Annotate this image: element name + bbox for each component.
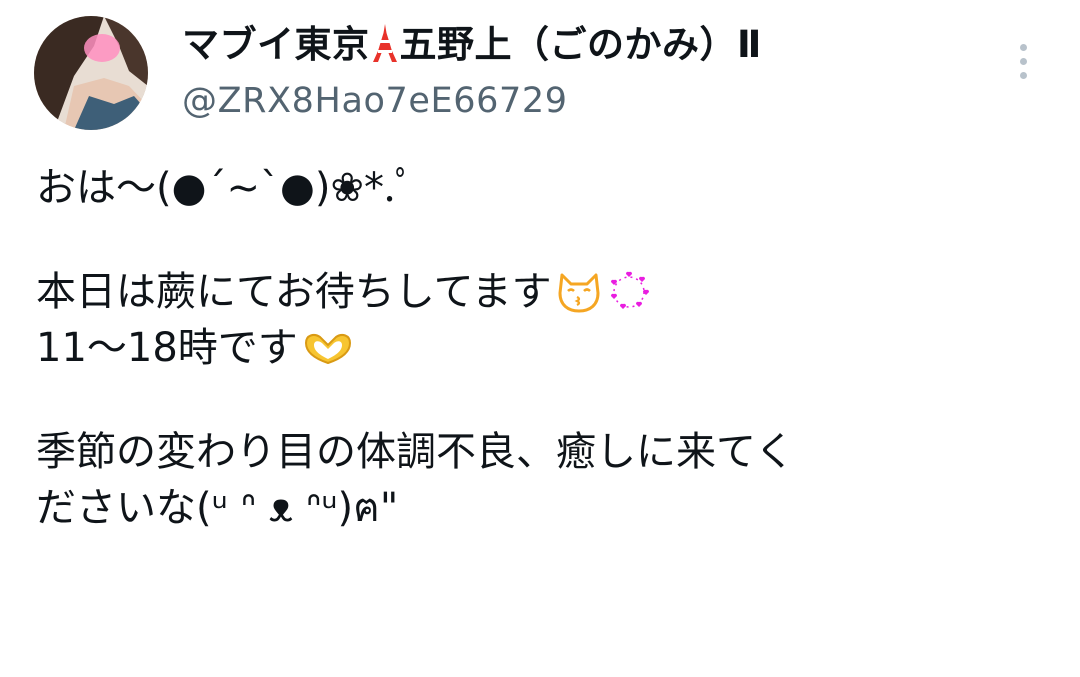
- more-options-button[interactable]: [1004, 40, 1044, 84]
- tweet-card: マブイ東京 五野上（ごのかみ）Ⅱ @ZRX8Hao7eE66729 おは〜(●´…: [0, 0, 1080, 677]
- tweet-line: おは〜(●´~`●)❀*.ﾟ: [36, 165, 416, 211]
- more-dot-icon: [1020, 44, 1027, 51]
- avatar-image: [34, 16, 148, 130]
- display-name[interactable]: マブイ東京 五野上（ごのかみ）Ⅱ: [182, 20, 1002, 76]
- heart-hands-icon: [302, 328, 354, 384]
- tweet-line: ださいな(ᵘ ᐢ ᴥ ᐢᵘ)ฅ": [36, 485, 399, 531]
- tweet-line: 季節の変わり目の体調不良、癒しに来てく: [36, 429, 795, 475]
- display-name-part2: 五野上（ごのかみ）Ⅱ: [399, 23, 762, 66]
- tweet-text: おは〜(●´~`●)❀*.ﾟ 本日は蕨にてお待ちしてます 11〜18時です 季節…: [36, 160, 1046, 536]
- tweet-line: 本日は蕨にてお待ちしてます: [36, 264, 1046, 320]
- kissing-cat-icon: [556, 271, 602, 328]
- tweet-line-text: 11〜18時です: [36, 325, 298, 371]
- avatar[interactable]: [34, 16, 148, 130]
- author-block: マブイ東京 五野上（ごのかみ）Ⅱ @ZRX8Hao7eE66729: [182, 20, 1002, 124]
- author-handle[interactable]: @ZRX8Hao7eE66729: [182, 78, 1002, 124]
- tweet-line: 11〜18時です: [36, 320, 1046, 376]
- heart-ring-icon: [606, 269, 652, 328]
- line-break: [36, 216, 1046, 264]
- line-break: [36, 376, 1046, 424]
- more-dot-icon: [1020, 58, 1027, 65]
- tweet-line-text: 本日は蕨にてお待ちしてます: [36, 269, 552, 315]
- more-dot-icon: [1020, 72, 1027, 79]
- display-name-part1: マブイ東京: [182, 23, 370, 66]
- tokyo-tower-icon: [372, 23, 398, 76]
